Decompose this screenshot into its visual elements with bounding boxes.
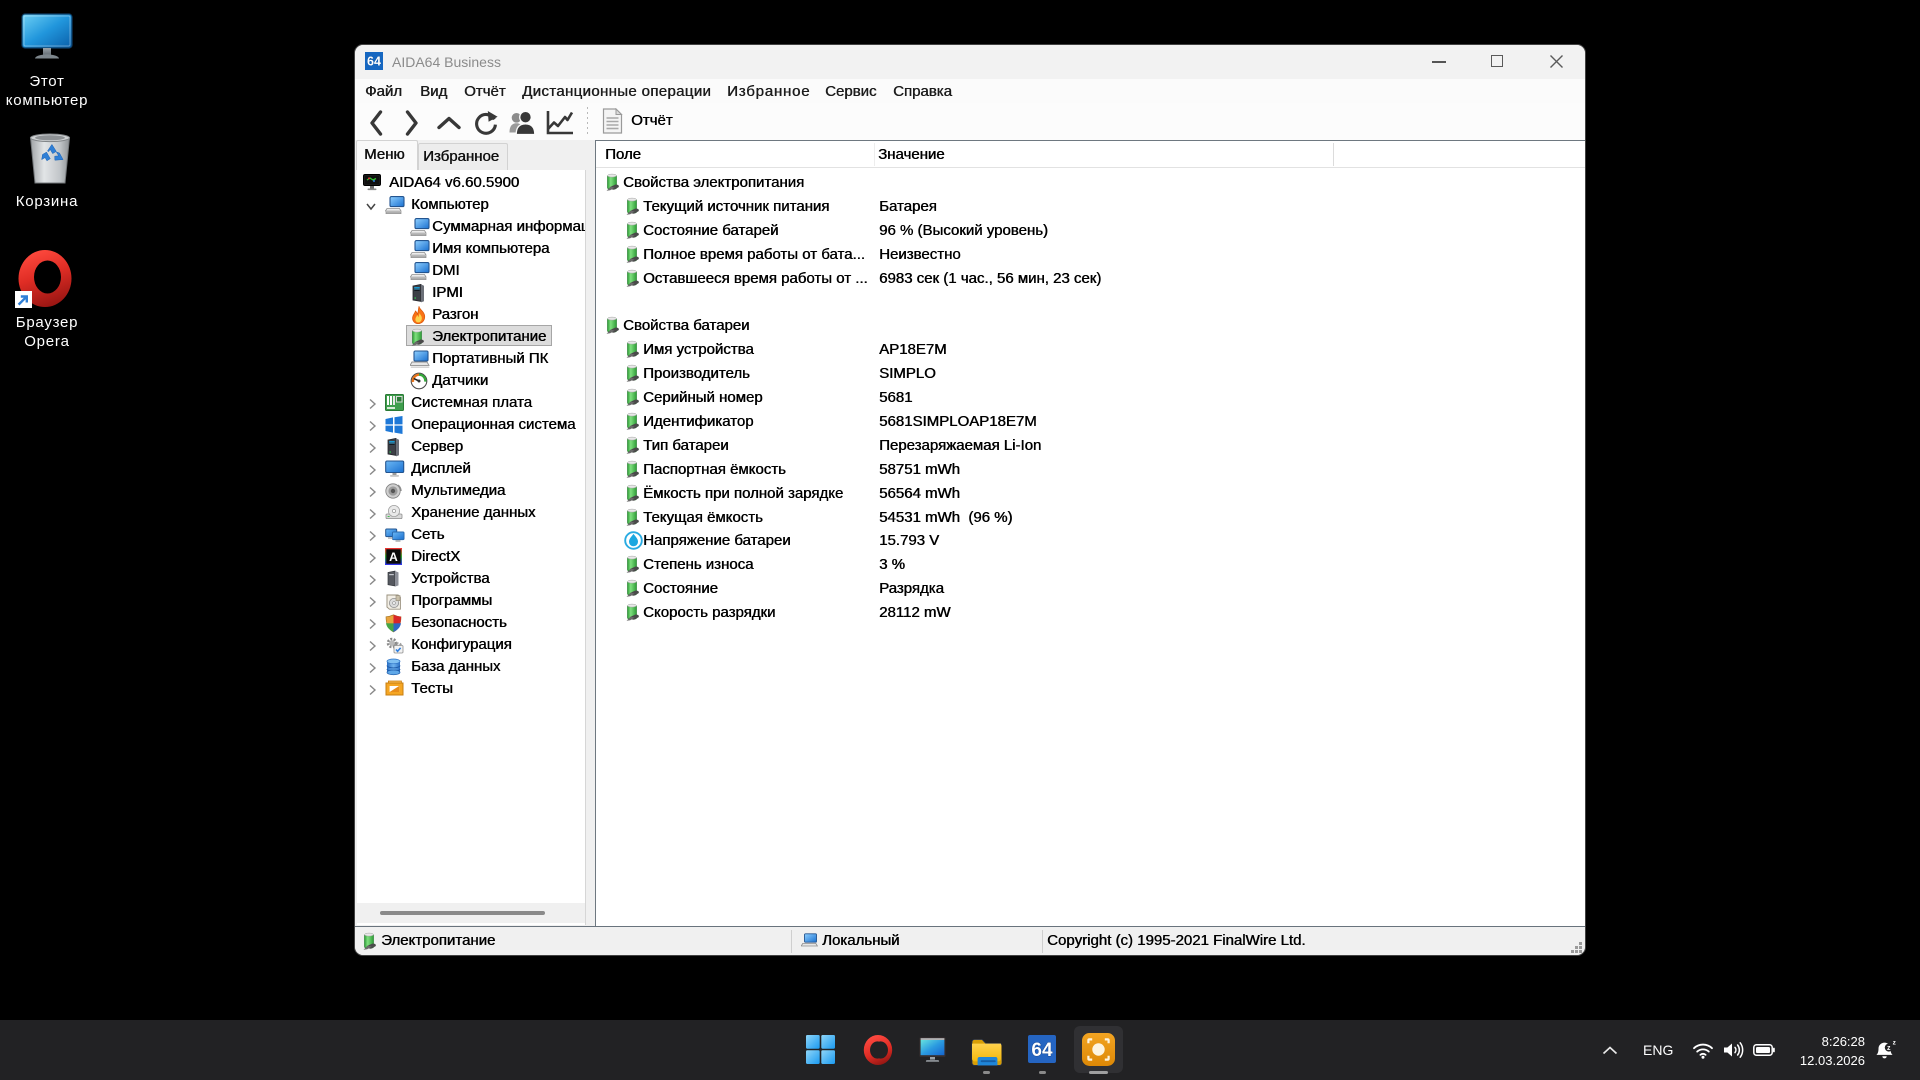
- svg-text:64: 64: [367, 55, 381, 69]
- svg-text:A: A: [389, 550, 398, 564]
- svg-text:z: z: [1893, 1040, 1897, 1046]
- svg-text:z: z: [1887, 1045, 1891, 1052]
- svg-text:64: 64: [1031, 1040, 1053, 1061]
